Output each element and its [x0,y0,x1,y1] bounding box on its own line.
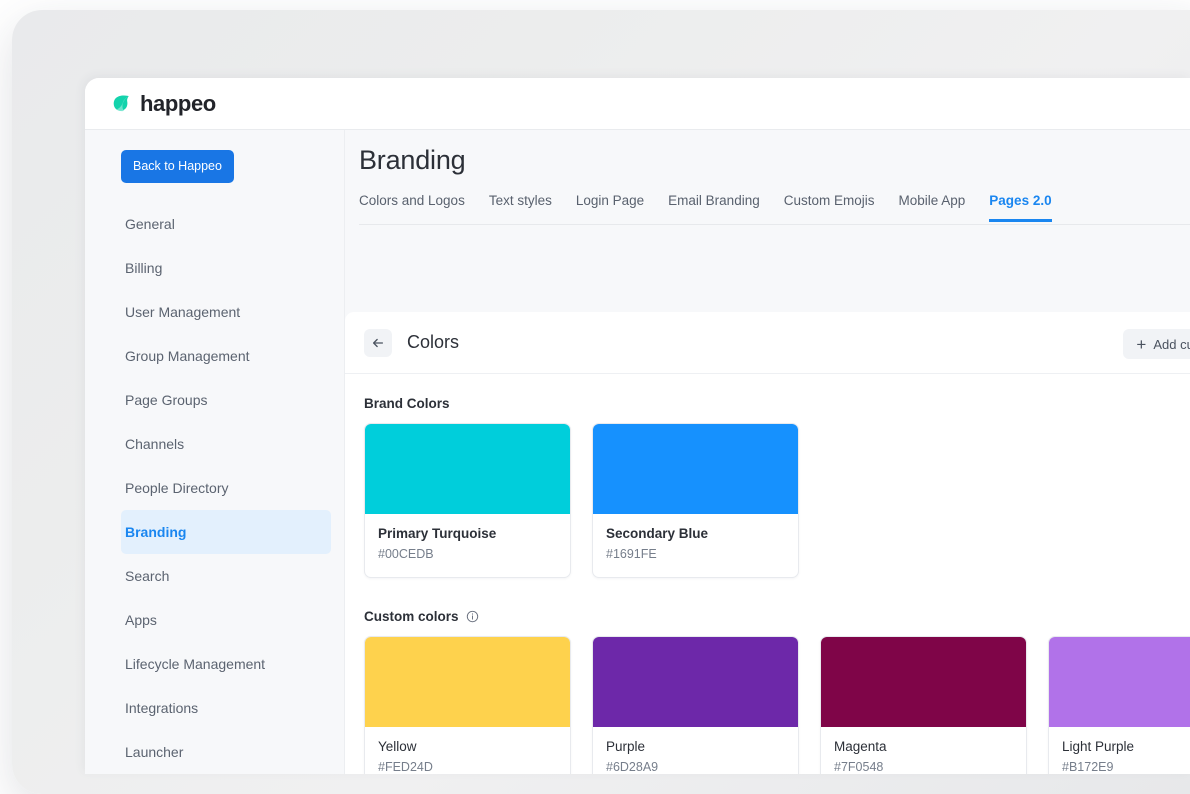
card-body: Brand Colors Primary Turquoise #00CEDB [345,374,1190,774]
sidebar-item-channels[interactable]: Channels [121,422,331,466]
sidebar-item-people-directory[interactable]: People Directory [121,466,331,510]
sidebar-item-label: Integrations [125,700,198,716]
colors-card: Colors + Add custom Brand Colors [345,312,1190,774]
color-hex: #00CEDB [378,547,557,561]
color-name: Purple [606,739,785,754]
page-title: Branding [359,145,465,176]
card-title: Colors [407,332,459,353]
custom-colors-label: Custom colors [364,609,1190,624]
mockup-frame: happeo Back to Happeo General Billing Us… [0,0,1190,774]
color-hex: #7F0548 [834,760,1013,774]
color-hex: #6D28A9 [606,760,785,774]
color-chip [593,637,798,727]
sidebar-item-label: People Directory [125,480,229,496]
sidebar-item-general[interactable]: General [121,202,331,246]
happeo-leaf-icon [112,94,131,113]
sidebar: Back to Happeo General Billing User Mana… [85,130,345,774]
plus-icon: + [1136,336,1146,353]
color-swatch-card[interactable]: Light Purple #B172E9 [1048,636,1190,774]
color-name: Primary Turquoise [378,526,557,541]
main-area: Branding Colors and Logos Text styles Lo… [345,130,1190,774]
app-window: happeo Back to Happeo General Billing Us… [85,78,1190,774]
color-chip [365,424,570,514]
back-to-happeo-button[interactable]: Back to Happeo [121,150,234,183]
sidebar-item-label: Launcher [125,744,183,760]
tab-pages-2-0[interactable]: Pages 2.0 [989,193,1051,222]
sidebar-item-label: Group Management [125,348,250,364]
info-circle-icon[interactable] [466,610,479,623]
sidebar-item-launcher[interactable]: Launcher [121,730,331,774]
brand-colors-section: Brand Colors Primary Turquoise #00CEDB [364,396,1190,578]
color-swatch-card[interactable]: Yellow #FED24D [364,636,571,774]
color-meta: Magenta #7F0548 [821,727,1026,774]
add-custom-label: Add custom [1153,337,1190,352]
color-meta: Secondary Blue #1691FE [593,514,798,577]
brand-colors-row: Primary Turquoise #00CEDB Secondary Blue… [364,423,1190,578]
color-swatch-card[interactable]: Purple #6D28A9 [592,636,799,774]
top-bar: happeo [85,78,1190,130]
color-chip [365,637,570,727]
sidebar-item-page-groups[interactable]: Page Groups [121,378,331,422]
color-swatch-card[interactable]: Magenta #7F0548 [820,636,1027,774]
color-hex: #FED24D [378,760,557,774]
sidebar-item-label: Billing [125,260,162,276]
sidebar-item-integrations[interactable]: Integrations [121,686,331,730]
brand-colors-label: Brand Colors [364,396,1190,411]
sidebar-item-label: User Management [125,304,240,320]
color-meta: Purple #6D28A9 [593,727,798,774]
custom-colors-section: Custom colors [364,609,1190,774]
color-swatch-card[interactable]: Primary Turquoise #00CEDB [364,423,571,578]
color-name: Yellow [378,739,557,754]
sidebar-item-label: Branding [125,524,186,540]
brand-wordmark: happeo [140,93,216,115]
color-name: Secondary Blue [606,526,785,541]
tab-custom-emojis[interactable]: Custom Emojis [784,193,875,222]
sidebar-item-search[interactable]: Search [121,554,331,598]
sidebar-item-label: Channels [125,436,184,452]
sidebar-item-billing[interactable]: Billing [121,246,331,290]
color-chip [1049,637,1190,727]
sidebar-item-label: Page Groups [125,392,208,408]
color-name: Magenta [834,739,1013,754]
section-title: Custom colors [364,609,459,624]
sidebar-item-label: Lifecycle Management [125,656,265,672]
sidebar-item-label: Search [125,568,169,584]
sidebar-item-group-management[interactable]: Group Management [121,334,331,378]
color-name: Light Purple [1062,739,1190,754]
custom-colors-row: Yellow #FED24D Purple #6D28A9 [364,636,1190,774]
card-header: Colors + Add custom [345,312,1190,374]
sidebar-item-label: Apps [125,612,157,628]
add-custom-color-button[interactable]: + Add custom [1123,329,1190,359]
sidebar-item-lifecycle-management[interactable]: Lifecycle Management [121,642,331,686]
color-meta: Yellow #FED24D [365,727,570,774]
color-meta: Primary Turquoise #00CEDB [365,514,570,577]
arrow-left-icon[interactable] [364,329,392,357]
color-meta: Light Purple #B172E9 [1049,727,1190,774]
color-chip [593,424,798,514]
tab-email-branding[interactable]: Email Branding [668,193,760,222]
tab-mobile-app[interactable]: Mobile App [899,193,966,222]
tab-colors-and-logos[interactable]: Colors and Logos [359,193,465,222]
sidebar-item-apps[interactable]: Apps [121,598,331,642]
brand-logo[interactable]: happeo [112,93,216,115]
sidebar-item-label: General [125,216,175,232]
color-chip [821,637,1026,727]
sidebar-item-user-management[interactable]: User Management [121,290,331,334]
tab-text-styles[interactable]: Text styles [489,193,552,222]
color-hex: #B172E9 [1062,760,1190,774]
sidebar-item-branding[interactable]: Branding [121,510,331,554]
section-title: Brand Colors [364,396,450,411]
tab-login-page[interactable]: Login Page [576,193,644,222]
color-swatch-card[interactable]: Secondary Blue #1691FE [592,423,799,578]
app-body: Back to Happeo General Billing User Mana… [85,130,1190,774]
tab-bar: Colors and Logos Text styles Login Page … [359,193,1190,225]
color-hex: #1691FE [606,547,785,561]
